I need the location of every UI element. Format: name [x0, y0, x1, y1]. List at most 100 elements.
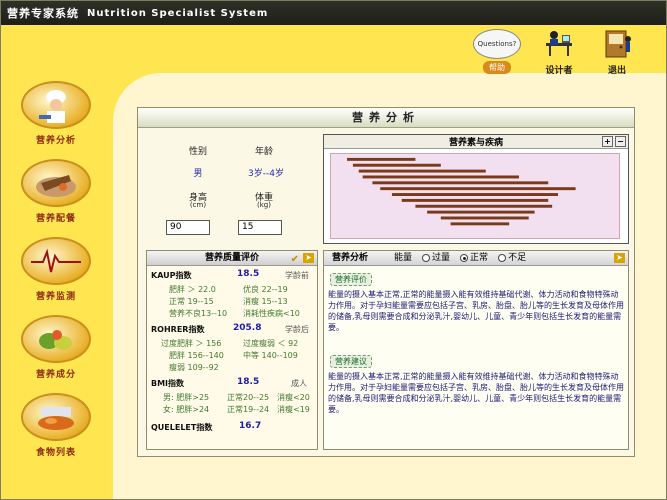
radio-dot [498, 254, 507, 262]
designer-label: 设计者 [545, 66, 573, 76]
help-label: 帮助 [483, 61, 511, 74]
weight-input[interactable]: 15 [238, 220, 282, 235]
bmi-label: BMI指数 [151, 379, 185, 388]
zoom-in-icon[interactable]: + [602, 136, 613, 147]
kaup-row: 正常 19--15 [169, 297, 214, 306]
zoom-out-icon[interactable]: − [615, 136, 626, 147]
bmi-row: 消瘦<19 [277, 405, 310, 414]
radio-normal[interactable]: 正常 [460, 251, 488, 266]
designer-button[interactable]: 设计者 [537, 29, 581, 76]
exit-button[interactable]: 退出 [595, 29, 639, 76]
bmi-row: 女: 肥胖>24 [163, 405, 210, 414]
kaup-tag: 学龄前 [285, 271, 309, 280]
exit-label: 退出 [607, 66, 626, 76]
help-button[interactable]: Questions? 帮助 [471, 29, 523, 74]
chart-bar [372, 181, 549, 185]
sidebar-item-label: 营养成分 [35, 370, 76, 380]
rohrer-row: 过度瘦弱 ＜ 92 [243, 339, 299, 348]
vegetables-icon [21, 315, 91, 363]
title-bar: 营养专家系统 Nutrition Specialist System [1, 1, 666, 25]
rohrer-value: 205.8 [233, 323, 262, 333]
energy-label: 能量 [394, 252, 413, 263]
chart-bar [391, 193, 559, 196]
gender-value: 男 [193, 169, 203, 179]
rohrer-row: 过度肥胖 ＞ 156 [161, 339, 222, 348]
analysis-panel: 营养分析 能量 过量 正常 不足 ➤ 营养评价 能量的摄入基本正常,正常的能量摄… [323, 250, 629, 450]
heartbeat-icon [21, 237, 91, 285]
height-unit: (cm) [189, 201, 207, 209]
chart-bar [352, 163, 441, 167]
quelelet-value: 16.7 [239, 421, 262, 431]
sidebar-item-meal-planning[interactable]: 营养配餐 [11, 159, 101, 235]
bmi-row: 正常19--24 [227, 405, 270, 414]
chart-bar [401, 198, 549, 202]
sidebar-item-nutrition-analysis[interactable]: 营养分析 [11, 81, 101, 157]
nutrient-disease-chart: 营养素与疾病 + − [323, 134, 629, 244]
evaluation-section-title: 营养评价 [330, 273, 372, 286]
chart-bar [440, 216, 529, 220]
advice-section-title: 营养建议 [330, 355, 372, 368]
bmi-value: 18.5 [237, 377, 260, 387]
quelelet-label: QUELELET指数 [151, 423, 213, 432]
sidebar-item-label: 营养分析 [35, 136, 76, 146]
bmi-tag: 成人 [291, 379, 307, 388]
radio-excess[interactable]: 过量 [422, 251, 450, 266]
chart-bar [362, 175, 519, 179]
bmi-row: 正常20--25 [227, 393, 270, 402]
kaup-value: 18.5 [237, 269, 260, 279]
analysis-title: 营养分析 [332, 252, 369, 263]
rohrer-label: ROHRER指数 [151, 325, 205, 334]
sidebar-item-nutrition-monitor[interactable]: 营养监测 [11, 237, 101, 313]
app-window: 营养专家系统 Nutrition Specialist System Quest… [0, 0, 667, 500]
gender-label: 性别 [188, 147, 207, 157]
food-dish-icon [21, 159, 91, 207]
weight-unit: (kg) [257, 201, 271, 209]
food-basket-icon [21, 393, 91, 441]
evaluation-text: 能量的摄入基本正常,正常的能量摄入能有效维持基础代谢、体力活动和食物特殊动力作用… [328, 290, 624, 332]
kaup-row: 肥胖 ＞ 22.0 [169, 285, 216, 294]
kaup-row: 消耗性疾病<10 [243, 309, 300, 318]
height-input[interactable]: 90 [166, 220, 210, 235]
quality-evaluation-panel: 营养质量评价 ✔ ➤ KAUP指数 18.5 学龄前 肥胖 ＞ 22.0 优良 … [146, 250, 318, 450]
chart-plot-area [330, 153, 620, 239]
radio-dot [422, 254, 431, 262]
sidebar-item-food-list[interactable]: 食物列表 [11, 393, 101, 469]
panel-title: 营养分析 [138, 108, 634, 128]
sidebar-item-nutrient-content[interactable]: 营养成分 [11, 315, 101, 391]
rohrer-row: 中等 140--109 [243, 351, 298, 360]
radio-label: 不足 [508, 252, 527, 263]
window-subtitle: Nutrition Specialist System [87, 7, 269, 19]
window-title: 营养专家系统 [7, 7, 79, 20]
nutrition-analysis-panel: 营养分析 性别 年龄 男 3岁--4岁 身高 (cm) 体重 (kg) 90 1… [137, 107, 635, 457]
person-info: 性别 年龄 男 3岁--4岁 身高 (cm) 体重 (kg) 90 15 [148, 138, 308, 238]
radio-label: 过量 [432, 252, 451, 263]
chart-bar [358, 169, 486, 173]
next-arrow-icon[interactable]: ➤ [614, 253, 625, 263]
help-icon: Questions? [473, 29, 521, 59]
radio-dot-selected [460, 254, 469, 262]
sidebar-item-label: 食物列表 [35, 448, 76, 458]
radio-label: 正常 [470, 252, 489, 263]
chart-bar [427, 210, 535, 214]
chart-bar [347, 157, 416, 161]
chart-bar [450, 222, 510, 226]
kaup-label: KAUP指数 [151, 271, 192, 280]
quality-title: 营养质量评价 [204, 253, 259, 263]
chart-bar [380, 187, 576, 191]
designer-icon [546, 31, 572, 56]
chart-title: 营养素与疾病 [448, 138, 503, 148]
sidebar-item-label: 营养监测 [35, 292, 76, 302]
check-icon[interactable]: ✔ [291, 252, 299, 267]
advice-text: 能量的摄入基本正常,正常的能量摄入能有效维持基础代谢、体力活动和食物特殊动力作用… [328, 372, 624, 414]
radio-insufficient[interactable]: 不足 [498, 251, 526, 266]
kaup-row: 营养不良13--10 [169, 309, 228, 318]
age-value: 3岁--4岁 [248, 169, 284, 179]
exit-door-icon [605, 30, 631, 58]
rohrer-row: 瘦弱 109--92 [169, 363, 219, 372]
rohrer-row: 肥胖 156--140 [169, 351, 224, 360]
bmi-row: 男: 肥胖>25 [163, 393, 210, 402]
age-label: 年龄 [254, 147, 273, 157]
rohrer-tag: 学龄后 [285, 325, 309, 334]
bmi-row: 消瘦<20 [277, 393, 310, 402]
next-arrow-icon[interactable]: ➤ [303, 253, 314, 263]
